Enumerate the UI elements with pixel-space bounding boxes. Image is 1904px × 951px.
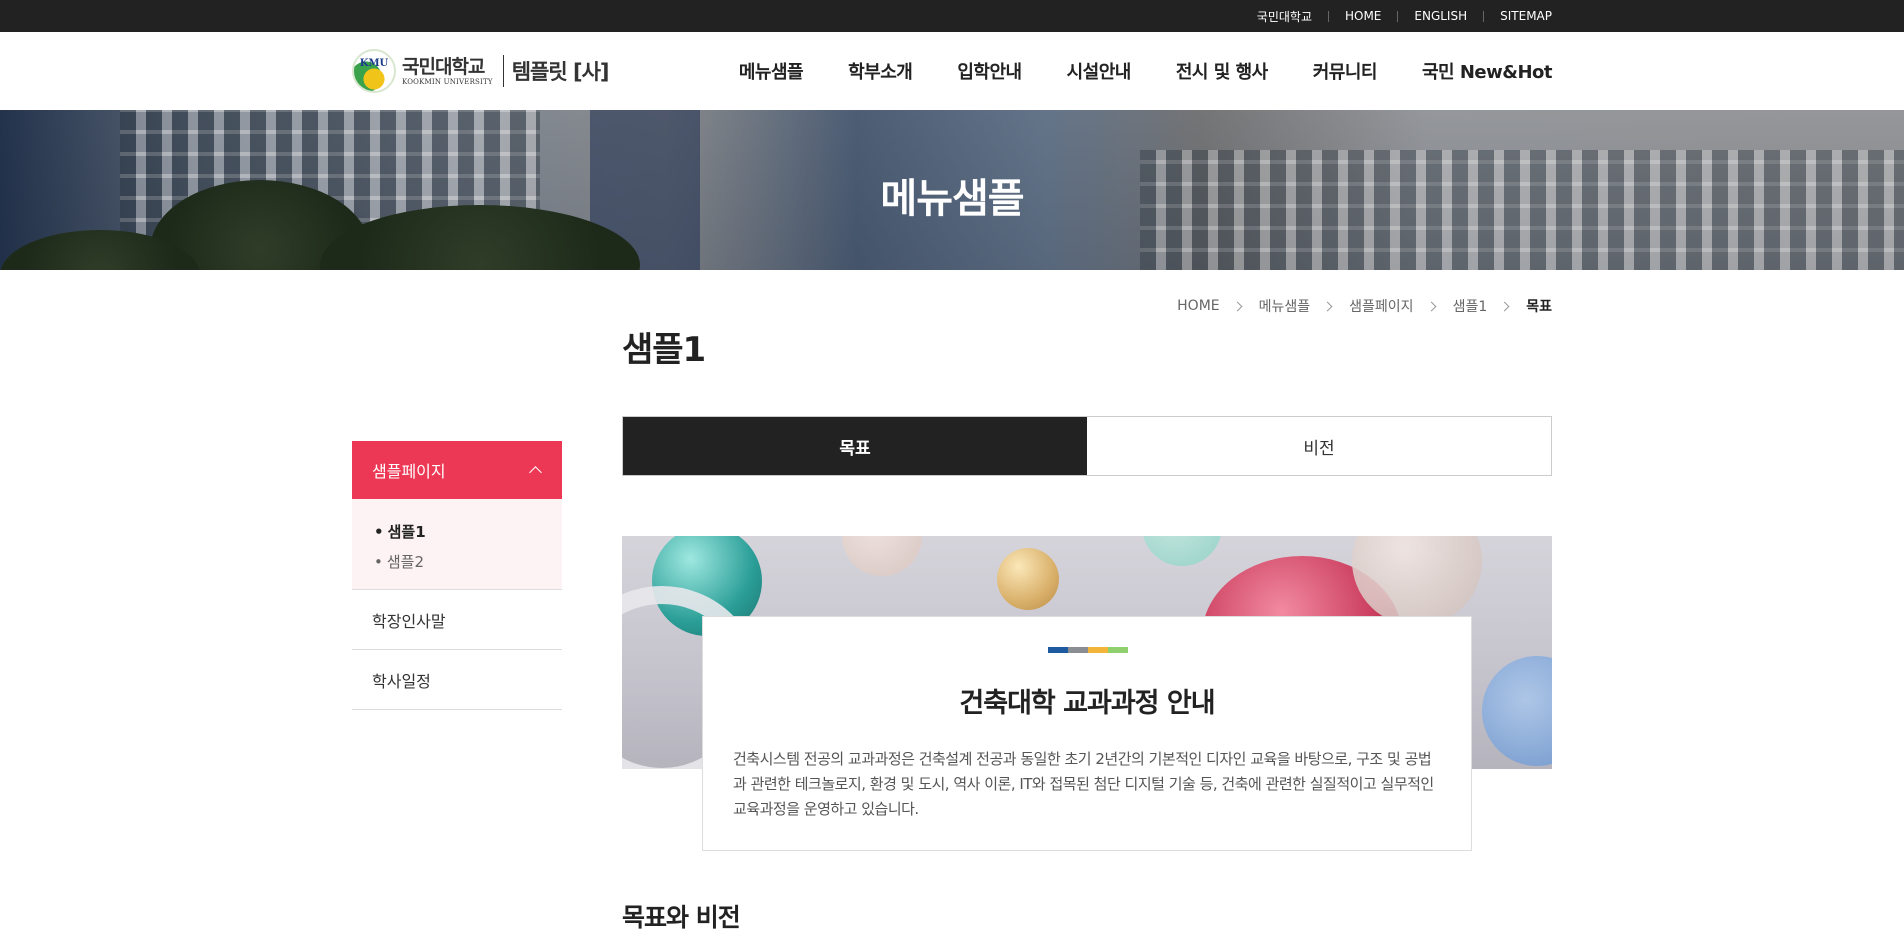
- decorative-sphere: [842, 536, 922, 576]
- utility-link-home[interactable]: HOME: [1345, 9, 1381, 23]
- utility-divider: [1397, 10, 1399, 22]
- logo-english-name: KOOKMIN UNIVERSITY: [402, 78, 493, 86]
- sidebar-subitem-sample2[interactable]: 샘플2: [374, 547, 562, 577]
- utility-link-kookmin[interactable]: 국민대학교: [1257, 8, 1312, 25]
- decorative-sphere: [1482, 656, 1552, 766]
- breadcrumb: HOME 메뉴샘플 샘플페이지 샘플1 목표: [1177, 296, 1552, 316]
- content-tabs: 목표 비전: [622, 416, 1552, 476]
- chevron-up-icon: [529, 466, 542, 479]
- hero-title: 메뉴샘플: [880, 176, 1024, 222]
- card-title: 건축대학 교과과정 안내: [959, 688, 1215, 719]
- emblem-text: KMU: [359, 58, 389, 69]
- decorative-sphere: [1142, 536, 1222, 566]
- color-bar-segment: [1068, 647, 1088, 653]
- sidebar-item-sample-page[interactable]: 샘플페이지: [352, 441, 562, 499]
- sidebar-menu: 샘플페이지 샘플1 샘플2 학장인사말 학사일정: [352, 441, 562, 710]
- university-emblem-icon: KMU: [352, 49, 396, 93]
- sidebar-item-label: 샘플페이지: [372, 462, 446, 481]
- nav-item-facilities[interactable]: 시설안내: [1067, 58, 1132, 84]
- nav-item-department[interactable]: 학부소개: [848, 58, 913, 84]
- breadcrumb-home[interactable]: HOME: [1177, 298, 1219, 314]
- chevron-right-icon: [1232, 301, 1243, 311]
- breadcrumb-item[interactable]: 샘플1: [1453, 296, 1488, 316]
- utility-divider: [1483, 10, 1485, 22]
- main-navigation: 메뉴샘플 학부소개 입학안내 시설안내 전시 및 행사 커뮤니티 국민 New&…: [694, 32, 1553, 110]
- color-bar-segment: [1108, 647, 1128, 653]
- info-card: 건축대학 교과과정 안내 건축시스템 전공의 교과과정은 건축설계 전공과 동일…: [702, 616, 1472, 851]
- logo-wordmark: 국민대학교 KOOKMIN UNIVERSITY: [402, 56, 493, 86]
- nav-item-community[interactable]: 커뮤니티: [1313, 58, 1378, 84]
- site-logo[interactable]: KMU 국민대학교 KOOKMIN UNIVERSITY 템플릿 [사]: [352, 48, 610, 94]
- logo-site-name: 템플릿 [사]: [511, 60, 610, 84]
- utility-links: 국민대학교 HOME ENGLISH SITEMAP: [1257, 0, 1552, 32]
- sidebar-item-academic-calendar[interactable]: 학사일정: [352, 650, 562, 710]
- tab-vision[interactable]: 비전: [1087, 417, 1551, 475]
- card-description: 건축시스템 전공의 교과과정은 건축설계 전공과 동일한 초기 2년간의 기본적…: [733, 750, 1434, 818]
- page-title: 샘플1: [622, 330, 706, 370]
- chevron-right-icon: [1426, 301, 1437, 311]
- decorative-sphere: [997, 548, 1059, 610]
- breadcrumb-current: 목표: [1526, 299, 1552, 315]
- chevron-right-icon: [1322, 301, 1333, 311]
- nav-item-new-hot[interactable]: 국민 New&Hot: [1422, 58, 1553, 84]
- hero-banner: 메뉴샘플: [0, 110, 1904, 270]
- utility-divider: [1327, 10, 1329, 22]
- nav-item-admission[interactable]: 입학안내: [957, 58, 1022, 84]
- logo-divider: [502, 55, 504, 87]
- section-title: 목표와 비전: [622, 903, 741, 932]
- chevron-right-icon: [1499, 301, 1510, 311]
- color-bar-segment: [1048, 647, 1068, 653]
- breadcrumb-item[interactable]: 메뉴샘플: [1259, 296, 1311, 316]
- breadcrumb-item[interactable]: 샘플페이지: [1349, 296, 1413, 316]
- nav-item-events[interactable]: 전시 및 행사: [1176, 58, 1268, 84]
- site-header: KMU 국민대학교 KOOKMIN UNIVERSITY 템플릿 [사] 메뉴샘…: [0, 32, 1904, 110]
- utility-link-sitemap[interactable]: SITEMAP: [1500, 9, 1552, 23]
- sidebar-item-dean-greeting[interactable]: 학장인사말: [352, 590, 562, 650]
- top-utility-bar: 국민대학교 HOME ENGLISH SITEMAP: [0, 0, 1904, 32]
- sidebar-subitem-sample1[interactable]: 샘플1: [374, 517, 562, 547]
- nav-item-menu-sample[interactable]: 메뉴샘플: [739, 58, 804, 84]
- color-bar: [1048, 647, 1128, 653]
- tab-goal[interactable]: 목표: [623, 417, 1087, 475]
- utility-link-english[interactable]: ENGLISH: [1414, 9, 1467, 23]
- color-bar-segment: [1088, 647, 1108, 653]
- sidebar-submenu: 샘플1 샘플2: [352, 499, 562, 590]
- logo-korean-name: 국민대학교: [402, 56, 485, 78]
